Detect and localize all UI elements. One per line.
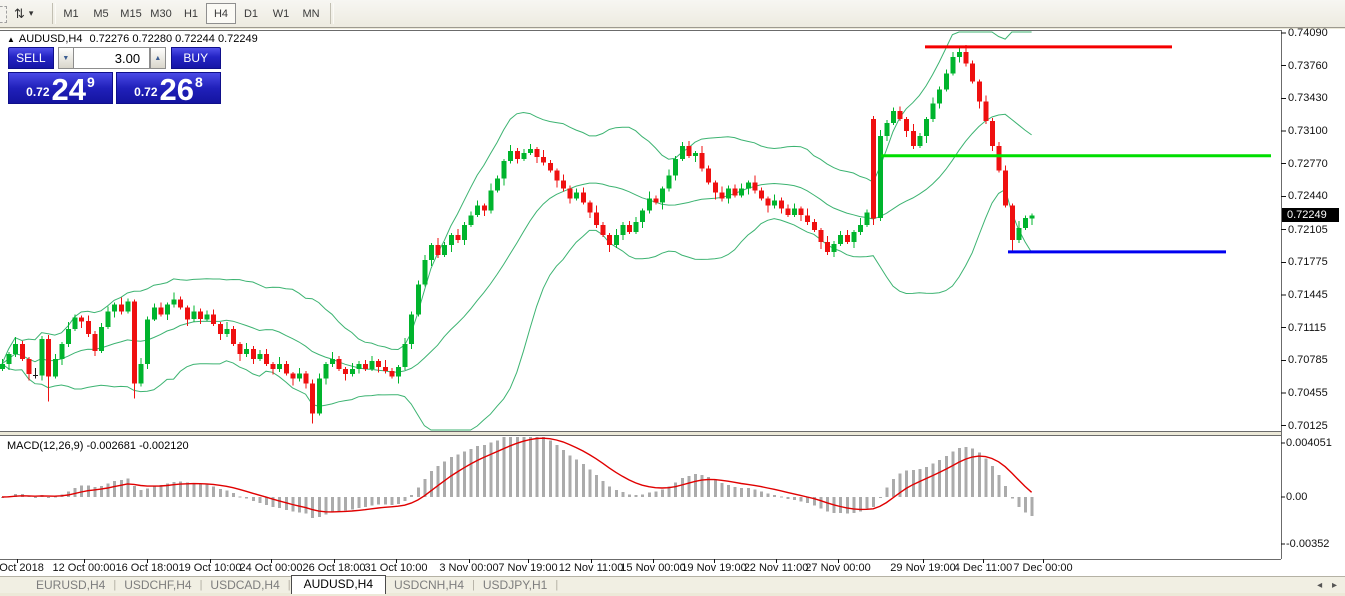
tab-eurusd-h4[interactable]: EURUSD,H4 [28, 578, 113, 592]
timeframe-m1[interactable]: M1 [56, 3, 86, 24]
buy-button[interactable]: BUY [171, 47, 221, 69]
price-tick-label: 0.70785 [1288, 354, 1328, 366]
clipped-toolbar-icon[interactable] [0, 6, 7, 23]
current-price-badge: 0.72249 [1282, 208, 1339, 222]
price-tick-label: 0.71115 [1288, 322, 1326, 334]
macd-tick-label: 0.004051 [1286, 437, 1332, 449]
time-tick-label: 26 Oct 18:00 [303, 562, 366, 574]
chart-tabs-bar: EURUSD,H4|USDCHF,H4|USDCAD,H4|AUDUSD,H4U… [0, 576, 1345, 593]
time-tick-label: 24 Oct 00:00 [240, 562, 303, 574]
arrows-icon: ⇅ [14, 6, 25, 22]
cursor-tools-icon[interactable]: ⇅ ▾ [14, 3, 48, 24]
sell-price-big: 24 [52, 76, 86, 103]
chevron-down-icon: ▾ [29, 8, 34, 19]
volume-input[interactable] [73, 47, 150, 69]
price-tick-label: 0.72105 [1288, 224, 1328, 236]
price-tick-label: 0.74090 [1288, 27, 1328, 39]
price-tick-label: 0.71775 [1288, 256, 1328, 268]
buy-price-quote[interactable]: 0.72268 [116, 72, 221, 104]
tab-scroll-left-icon[interactable]: ◂ [1317, 580, 1322, 591]
timeframe-h1[interactable]: H1 [176, 3, 206, 24]
buy-price-prefix: 0.72 [134, 85, 157, 99]
sell-price-pip: 9 [87, 74, 95, 90]
mt4-window: ⇅ ▾ M1M5M15M30H1H4D1W1MN ▲AUDUSD,H40.722… [0, 0, 1345, 596]
timeframe-w1[interactable]: W1 [266, 3, 296, 24]
timeframe-m15[interactable]: M15 [116, 3, 146, 24]
timeframe-h4[interactable]: H4 [206, 3, 236, 24]
time-tick-label: 12 Nov 11:00 [559, 562, 624, 574]
timeframe-d1[interactable]: D1 [236, 3, 266, 24]
time-tick-label: 19 Oct 10:00 [179, 562, 242, 574]
buy-price-pip: 8 [195, 74, 203, 90]
sell-price-quote[interactable]: 0.72249 [8, 72, 113, 104]
symbol-name: AUDUSD,H4 [19, 33, 83, 45]
price-tick-label: 0.73430 [1288, 92, 1328, 104]
time-tick-label: 19 Nov 19:00 [681, 562, 746, 574]
volume-increase-button[interactable]: ▲ [150, 47, 165, 69]
price-tick-label: 0.72440 [1288, 190, 1328, 202]
tab-usdchf-h4[interactable]: USDCHF,H4 [116, 578, 199, 592]
price-tick-label: 0.70125 [1288, 420, 1328, 432]
price-tick-label: 0.73760 [1288, 60, 1328, 72]
time-tick-label: 16 Oct 18:00 [116, 562, 179, 574]
sell-price-prefix: 0.72 [26, 85, 49, 99]
timeframe-m30[interactable]: M30 [146, 3, 176, 24]
price-tick-label: 0.70455 [1288, 387, 1328, 399]
macd-tick-label: -0.00352 [1286, 538, 1329, 550]
buy-price-big: 26 [160, 76, 194, 103]
toolbar: ⇅ ▾ M1M5M15M30H1H4D1W1MN [0, 0, 1345, 28]
one-click-trading-panel: SELL ▼ ▲ BUY 0.72249 0.72268 [8, 47, 221, 104]
time-tick-label: 29 Nov 19:00 [890, 562, 955, 574]
timeframe-mn[interactable]: MN [296, 3, 326, 24]
time-tick-label: 22 Nov 11:00 [744, 562, 809, 574]
tab-usdjpy-h1[interactable]: USDJPY,H1 [475, 578, 555, 592]
timeframe-buttons: M1M5M15M30H1H4D1W1MN [56, 3, 326, 24]
price-tick-label: 0.71445 [1288, 289, 1328, 301]
price-tick-label: 0.72770 [1288, 158, 1328, 170]
time-tick-label: 27 Nov 00:00 [805, 562, 870, 574]
toolbar-separator [330, 3, 334, 24]
symbol-marker-icon: ▲ [7, 35, 15, 44]
tab-usdcad-h4[interactable]: USDCAD,H4 [202, 578, 287, 592]
time-tick-label: 3 Nov 00:00 [439, 562, 498, 574]
tab-scroll-right-icon[interactable]: ▸ [1332, 580, 1337, 591]
symbol-ohlc-label: ▲ AUDUSD,H4 0.72276 0.72280 0.72244 0.7224… [7, 33, 258, 45]
timeframe-m5[interactable]: M5 [86, 3, 116, 24]
macd-indicator-label: MACD(12,26,9) -0.002681 -0.002120 [7, 440, 189, 452]
time-tick-label: 15 Nov 00:00 [620, 562, 685, 574]
sell-button[interactable]: SELL [8, 47, 54, 69]
tab-usdcnh-h4[interactable]: USDCNH,H4 [386, 578, 472, 592]
volume-decrease-button[interactable]: ▼ [58, 47, 73, 69]
tab-audusd-h4[interactable]: AUDUSD,H4 [291, 575, 386, 594]
macd-tick-label: 0.00 [1286, 491, 1307, 503]
time-tick-label: 7 Dec 00:00 [1013, 562, 1072, 574]
time-tick-label: 7 Nov 19:00 [498, 562, 557, 574]
time-tick-label: 9 Oct 2018 [0, 562, 44, 574]
time-tick-label: 12 Oct 00:00 [53, 562, 116, 574]
tab-separator: | [555, 579, 558, 591]
time-tick-label: 4 Dec 11:00 [954, 562, 1013, 574]
time-tick-label: 31 Oct 10:00 [365, 562, 428, 574]
ohlc-values: 0.72276 0.72280 0.72244 0.72249 [90, 33, 258, 45]
price-tick-label: 0.73100 [1288, 125, 1328, 137]
